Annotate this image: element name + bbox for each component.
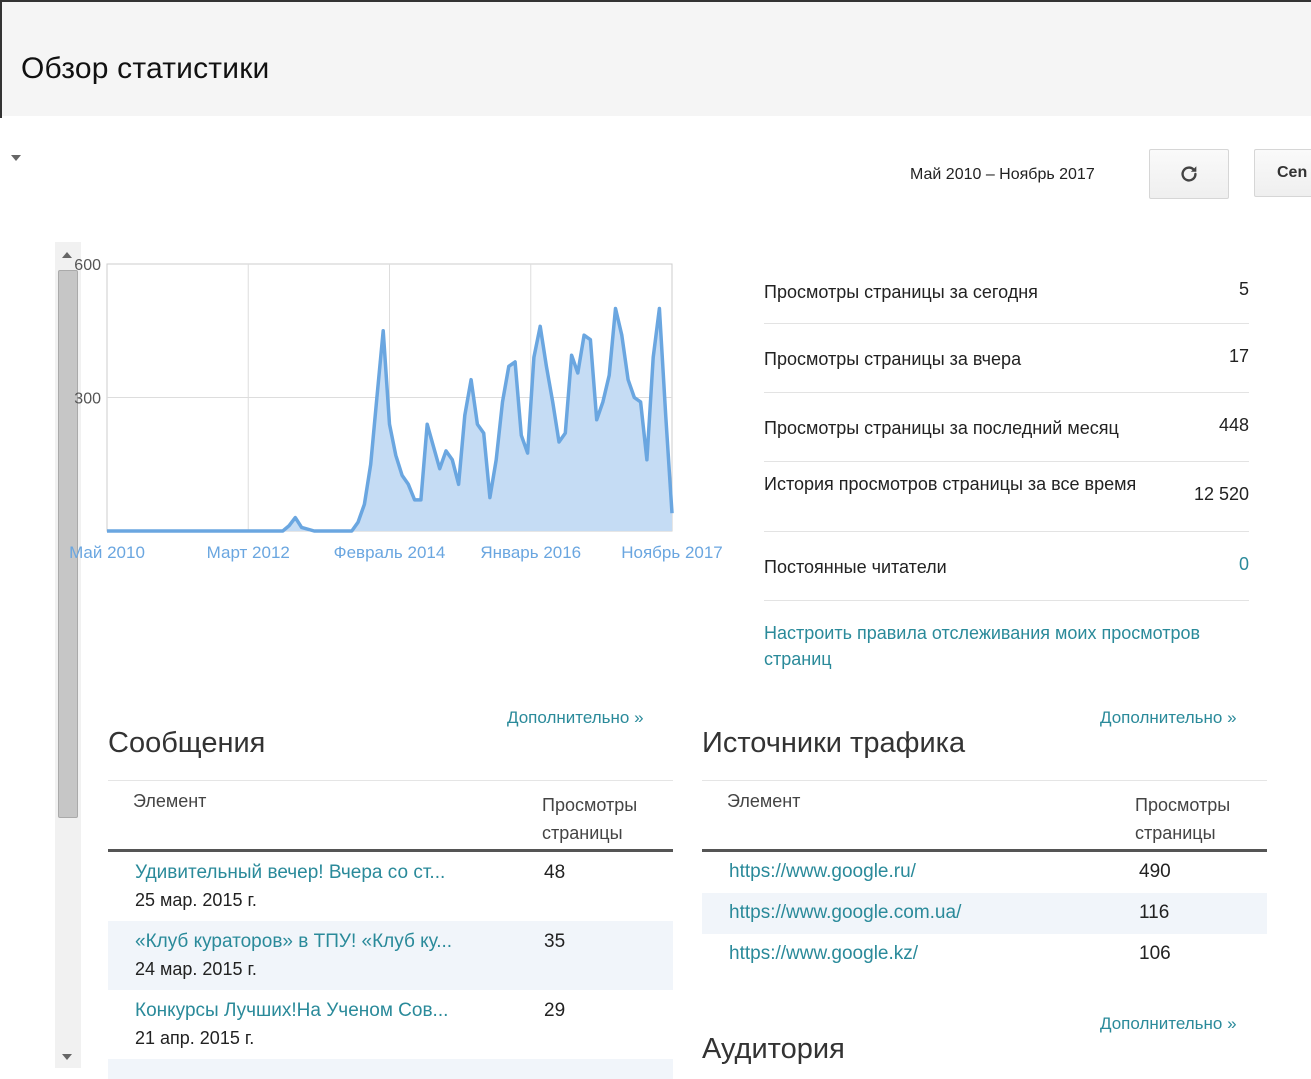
post-title-link[interactable]: Удивительный вечер! Вчера со ст... xyxy=(135,862,445,884)
post-views: 35 xyxy=(544,931,566,952)
scroll-down-arrow-icon[interactable] xyxy=(62,1054,72,1060)
col-header-views-line2: страницы xyxy=(1135,823,1216,843)
table-row: Удивительный вечер! Вчера со ст... 25 ма… xyxy=(108,852,673,921)
tracking-rules-link[interactable]: Настроить правила отслеживания моих прос… xyxy=(764,620,1254,672)
traffic-more-link[interactable]: Дополнительно » xyxy=(1100,708,1237,728)
col-header-element: Элемент xyxy=(133,791,207,811)
col-header-views: Просмотры страницы xyxy=(542,791,637,847)
posts-table-header: Элемент Просмотры страницы xyxy=(108,780,673,852)
col-header-views: Просмотры страницы xyxy=(1135,791,1230,847)
pageviews-chart: 600 300 Май 2010 Март 2012 Февраль 2014 Янва… xyxy=(69,257,723,562)
stat-row-month: Просмотры страницы за последний месяц 44… xyxy=(764,393,1249,462)
stat-label: Просмотры страницы за сегодня xyxy=(764,282,1038,302)
stat-value: 12 520 xyxy=(1193,484,1249,504)
send-button[interactable]: Сеn xyxy=(1254,149,1311,197)
traffic-views: 106 xyxy=(1139,943,1171,964)
table-row: «Клуб кураторов» в ТПУ! «Клуб ку... 24 м… xyxy=(108,921,673,990)
traffic-source-link[interactable]: https://www.google.kz/ xyxy=(729,943,918,965)
y-axis-ticks: 600 300 xyxy=(74,257,101,408)
stat-value: 5 xyxy=(1238,279,1249,299)
posts-section-title: Сообщения xyxy=(108,727,266,759)
table-row: https://www.google.kz/ 106 xyxy=(702,934,1267,975)
date-range-label: Май 2010 – Ноябрь 2017 xyxy=(910,166,1095,183)
traffic-table: Элемент Просмотры страницы https://www.g… xyxy=(702,780,1267,975)
stat-label: Постоянные читатели xyxy=(764,557,947,577)
stat-label: Просмотры страницы за последний месяц xyxy=(764,418,1119,438)
x-tick-label: Май 2010 xyxy=(69,543,145,562)
stats-panel: Просмотры страницы за сегодня 5 Просмотр… xyxy=(764,258,1249,601)
posts-table: Элемент Просмотры страницы Удивительный … xyxy=(108,780,673,1079)
x-tick-label: Март 2012 xyxy=(207,543,290,562)
stat-value: 448 xyxy=(1218,415,1249,435)
post-date: 21 апр. 2015 г. xyxy=(135,1028,255,1048)
refresh-icon xyxy=(1181,166,1197,182)
posts-more-link[interactable]: Дополнительно » xyxy=(507,708,644,728)
refresh-button[interactable] xyxy=(1149,149,1229,199)
page-header: Обзор статистики xyxy=(2,2,1311,116)
stat-value: 17 xyxy=(1228,346,1249,366)
post-date: 24 мар. 2015 г. xyxy=(135,959,257,979)
post-views: 29 xyxy=(544,1000,566,1021)
audience-more-link[interactable]: Дополнительно » xyxy=(1100,1014,1237,1034)
stat-row-followers: Постоянные читатели 0 xyxy=(764,532,1249,601)
traffic-table-header: Элемент Просмотры страницы xyxy=(702,780,1267,852)
post-date: 25 мар. 2015 г. xyxy=(135,890,257,910)
table-row: https://www.google.ru/ 490 xyxy=(702,852,1267,893)
y-tick-label: 600 xyxy=(74,257,101,274)
page-title: Обзор статистики xyxy=(21,52,270,85)
audience-section-title: Аудитория xyxy=(702,1033,845,1065)
table-row xyxy=(108,1059,673,1079)
post-title-link[interactable]: Конкурсы Лучших!На Ученом Сов... xyxy=(135,1000,448,1022)
traffic-source-link[interactable]: https://www.google.com.ua/ xyxy=(729,902,961,924)
col-header-views-line2: страницы xyxy=(542,823,623,843)
traffic-section-title: Источники трафика xyxy=(702,727,966,759)
col-header-views-line1: Просмотры xyxy=(1135,795,1231,815)
table-row: https://www.google.com.ua/ 116 xyxy=(702,893,1267,934)
traffic-views: 116 xyxy=(1139,902,1170,923)
stat-row-alltime: История просмотров страницы за все время… xyxy=(764,462,1249,532)
x-tick-label: Январь 2016 xyxy=(480,543,581,562)
col-header-views-line1: Просмотры xyxy=(542,795,638,815)
table-row: Конкурсы Лучших!На Ученом Сов... 21 апр.… xyxy=(108,990,673,1059)
y-tick-label: 300 xyxy=(74,391,101,408)
col-header-element: Элемент xyxy=(727,791,801,811)
x-axis-ticks: Май 2010 Март 2012 Февраль 2014 Январь 2016… xyxy=(69,543,723,562)
followers-count-link[interactable]: 0 xyxy=(1239,554,1249,575)
stat-row-today: Просмотры страницы за сегодня 5 xyxy=(764,258,1249,324)
x-tick-label: Ноябрь 2017 xyxy=(621,543,723,562)
post-views: 48 xyxy=(544,862,566,883)
post-title-link[interactable]: «Клуб кураторов» в ТПУ! «Клуб ку... xyxy=(135,931,452,953)
traffic-source-link[interactable]: https://www.google.ru/ xyxy=(729,861,916,883)
collapse-arrow-icon[interactable] xyxy=(11,155,21,161)
stat-label: Просмотры страницы за вчера xyxy=(764,349,1022,369)
x-tick-label: Февраль 2014 xyxy=(334,543,446,562)
stat-row-yesterday: Просмотры страницы за вчера 17 xyxy=(764,324,1249,393)
traffic-views: 490 xyxy=(1139,861,1171,882)
stat-label: История просмотров страницы за все время xyxy=(764,474,1137,494)
